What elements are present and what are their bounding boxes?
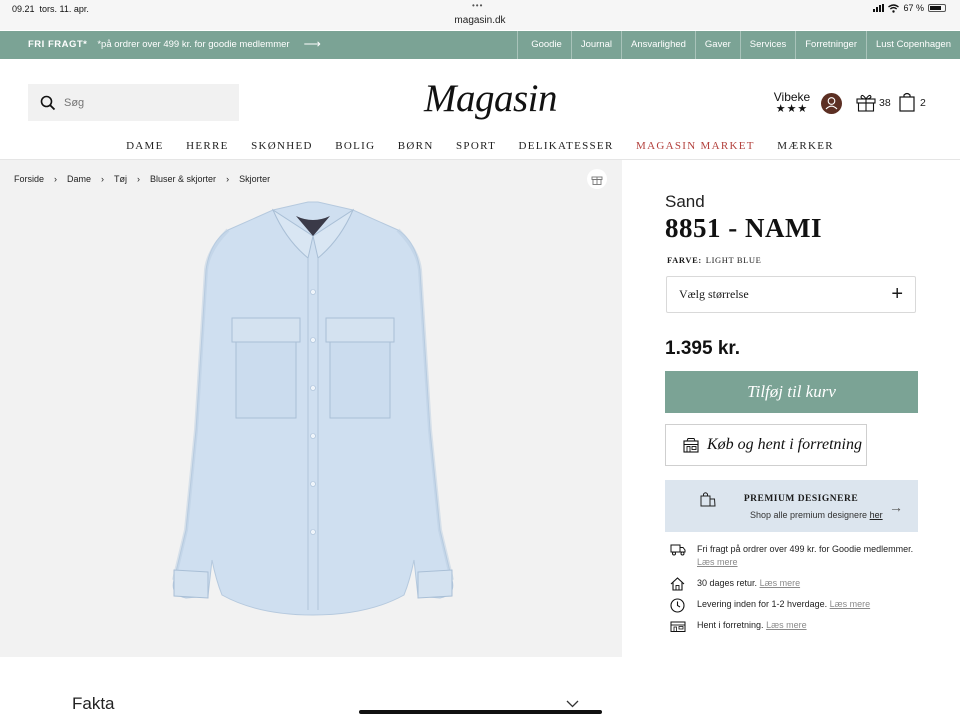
usp-read-more-link[interactable]: Læs mere <box>697 557 738 567</box>
shopping-bag-icon[interactable] <box>899 92 915 112</box>
arrow-right-icon: → <box>889 499 903 515</box>
ios-status-bar: 09.21 tors. 11. apr. ••• magasin.dk 67 % <box>0 0 960 30</box>
nav-item-sport[interactable]: SPORT <box>456 140 496 152</box>
clock-icon <box>670 598 685 613</box>
address-bar-url[interactable]: magasin.dk <box>0 15 960 26</box>
nav-item-dame[interactable]: DAME <box>126 140 164 152</box>
usp-item: Fri fragt på ordrer over 499 kr. for Goo… <box>670 543 930 569</box>
usp-text: Levering inden for 1-2 hverdage. <box>697 599 828 609</box>
home-icon <box>670 577 685 591</box>
avatar[interactable] <box>821 93 842 114</box>
product-title: 8851 - NAMI <box>665 213 822 243</box>
magasin-logo[interactable]: Magasin <box>424 76 558 121</box>
gift-count: 38 <box>879 97 891 109</box>
battery-icon <box>928 4 946 12</box>
user-account[interactable]: Vibeke ★★★ <box>770 90 814 115</box>
usp-text: 30 dages retur. <box>697 578 758 588</box>
status-time: 09.21 tors. 11. apr. <box>12 4 89 14</box>
breadcrumb-separator: › <box>226 174 230 184</box>
size-placeholder: Vælg størrelse <box>679 287 749 301</box>
usp-read-more-link[interactable]: Læs mere <box>766 620 807 630</box>
premium-subtitle: Shop alle premium designere her <box>750 510 883 520</box>
signal-icon <box>873 4 885 12</box>
search-box[interactable] <box>28 84 239 121</box>
nav-item-magasin-market[interactable]: MAGASIN MARKET <box>636 140 755 152</box>
user-stars: ★★★ <box>775 103 809 115</box>
premium-designers-banner[interactable]: PREMIUM DESIGNERE Shop alle premium desi… <box>665 480 918 532</box>
usp-text: Fri fragt på ordrer over 499 kr. for Goo… <box>697 544 914 554</box>
promo-title: FRI FRAGT* <box>28 39 88 50</box>
breadcrumb-bluser-skjorter[interactable]: Bluser & skjorter <box>150 174 216 184</box>
utility-link-forretninger[interactable]: Forretninger <box>795 31 866 59</box>
home-indicator <box>359 710 602 714</box>
search-icon <box>40 95 56 110</box>
usp-text: Hent i forretning. <box>697 620 764 630</box>
usp-item: Hent i forretning. Læs mere <box>670 619 930 632</box>
premium-link[interactable]: her <box>870 510 883 520</box>
status-indicators: 67 % <box>873 3 946 13</box>
premium-title: PREMIUM DESIGNERE <box>743 494 859 504</box>
utility-link-goodie[interactable]: Goodie <box>517 31 571 59</box>
gift-icon[interactable] <box>856 93 876 112</box>
nav-item-bolig[interactable]: BOLIG <box>335 140 375 152</box>
gift-wishlist-button[interactable] <box>587 169 607 189</box>
usp-item: 30 dages retur. Læs mere <box>670 577 930 591</box>
usp-list: Fri fragt på ordrer over 499 kr. for Goo… <box>670 543 930 640</box>
store-icon <box>670 621 686 632</box>
free-shipping-banner[interactable]: FRI FRAGT* *på ordrer over 499 kr. for g… <box>28 37 321 51</box>
utility-link-lust-copenhagen[interactable]: Lust Copenhagen <box>865 31 960 59</box>
breadcrumb-skjorter[interactable]: Skjorter <box>239 174 270 184</box>
size-selector[interactable]: Vælg størrelse + <box>666 276 916 313</box>
breadcrumb: Forside › Dame › Tøj › Bluser & skjorter… <box>14 174 270 184</box>
tab-dots[interactable]: ••• <box>472 1 483 10</box>
usp-item: Levering inden for 1-2 hverdage. Læs mer… <box>670 598 930 613</box>
nav-item-herre[interactable]: HERRE <box>186 140 229 152</box>
breadcrumb-separator: › <box>137 174 141 184</box>
truck-icon <box>670 544 686 556</box>
usp-read-more-link[interactable]: Læs mere <box>830 599 871 609</box>
product-color: FARVE: LIGHT BLUE <box>667 255 761 265</box>
promo-text: *på ordrer over 499 kr. for goodie medle… <box>97 39 290 50</box>
breadcrumb-dame[interactable]: Dame <box>67 174 91 184</box>
nav-item-delikatesser[interactable]: DELIKATESSER <box>519 140 614 152</box>
gift-icon <box>591 176 603 185</box>
color-label: FARVE: <box>667 255 702 265</box>
store-pickup-label: Køb og hent i forretning <box>707 436 862 453</box>
add-to-cart-button[interactable]: Tilføj til kurv <box>665 371 918 413</box>
utility-link-gaver[interactable]: Gaver <box>694 31 740 59</box>
promo-bar: FRI FRAGT* *på ordrer over 499 kr. for g… <box>0 31 960 59</box>
arrow-right-icon: ⟶ <box>303 37 321 51</box>
battery-percent: 67 % <box>903 3 924 13</box>
product-price: 1.395 kr. <box>665 338 741 359</box>
wifi-icon <box>888 3 900 13</box>
nav-item-skonhed[interactable]: SKØNHED <box>251 140 313 152</box>
search-input[interactable] <box>64 96 224 109</box>
product-gallery: Forside › Dame › Tøj › Bluser & skjorter… <box>0 160 622 657</box>
chevron-down-icon[interactable] <box>566 700 579 708</box>
user-icon <box>825 97 838 110</box>
breadcrumb-toj[interactable]: Tøj <box>114 174 127 184</box>
nav-item-maerker[interactable]: MÆRKER <box>777 140 834 152</box>
usp-read-more-link[interactable]: Læs mere <box>760 578 801 588</box>
buy-pickup-in-store-button[interactable]: Køb og hent i forretning <box>665 424 867 466</box>
product-image[interactable] <box>168 200 458 620</box>
utility-nav: Goodie Journal Ansvarlighed Gaver Servic… <box>517 31 960 59</box>
color-value: LIGHT BLUE <box>705 255 762 265</box>
product-brand[interactable]: Sand <box>665 192 705 212</box>
user-name: Vibeke <box>773 90 811 104</box>
breadcrumb-forside[interactable]: Forside <box>14 174 44 184</box>
breadcrumb-separator: › <box>54 174 58 184</box>
fakta-accordion-title[interactable]: Fakta <box>72 694 115 714</box>
main-nav: DAME HERRE SKØNHED BOLIG BØRN SPORT DELI… <box>0 136 960 154</box>
utility-link-services[interactable]: Services <box>739 31 795 59</box>
utility-link-ansvarlighed[interactable]: Ansvarlighed <box>621 31 695 59</box>
utility-link-journal[interactable]: Journal <box>570 31 621 59</box>
store-icon <box>683 437 699 453</box>
bag-count: 2 <box>920 97 926 109</box>
breadcrumb-separator: › <box>101 174 105 184</box>
nav-item-born[interactable]: BØRN <box>398 140 434 152</box>
plus-icon: + <box>891 283 903 305</box>
